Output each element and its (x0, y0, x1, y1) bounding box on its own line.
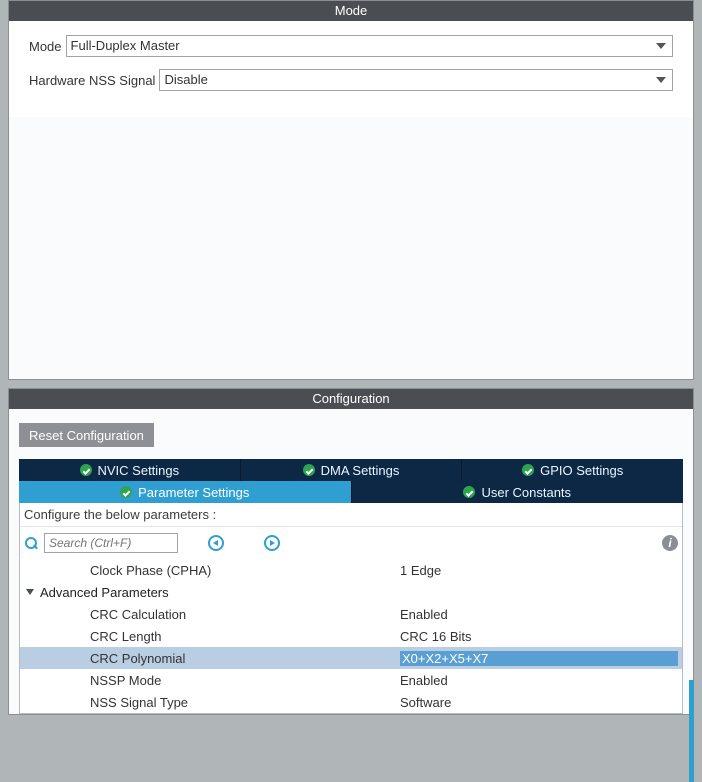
check-icon (120, 486, 132, 498)
mode-header: Mode (9, 1, 693, 21)
scrollbar-thumb[interactable] (689, 680, 694, 782)
configuration-header: Configuration (9, 389, 693, 409)
tab-label: Parameter Settings (138, 485, 249, 500)
tab-label: User Constants (481, 485, 571, 500)
tab-gpio-settings[interactable]: GPIO Settings (462, 459, 683, 481)
param-value: 1 Edge (400, 563, 682, 578)
param-name: CRC Calculation (90, 607, 400, 622)
param-name: NSS Signal Type (90, 695, 400, 710)
search-input[interactable] (44, 533, 178, 553)
tab-nvic-settings[interactable]: NVIC Settings (19, 459, 241, 481)
mode-panel: Mode Mode Full-Duplex Master Hardware NS… (8, 0, 694, 380)
param-row-clock-phase[interactable]: Clock Phase (CPHA) 1 Edge (20, 559, 682, 581)
reset-configuration-button[interactable]: Reset Configuration (19, 423, 154, 447)
mode-select[interactable]: Full-Duplex Master (66, 35, 673, 57)
check-icon (522, 464, 534, 476)
mode-content: Mode Full-Duplex Master Hardware NSS Sig… (9, 21, 693, 117)
nss-select-value: Disable (164, 72, 207, 87)
nss-select[interactable]: Disable (159, 69, 673, 91)
tab-label: GPIO Settings (540, 463, 623, 478)
search-prev-button[interactable] (208, 535, 224, 551)
parameters-instruction: Configure the below parameters : (20, 503, 682, 527)
tab-dma-settings[interactable]: DMA Settings (241, 459, 463, 481)
check-icon (303, 464, 315, 476)
param-row-crc-length[interactable]: CRC Length CRC 16 Bits (20, 625, 682, 647)
param-row-nssp-mode[interactable]: NSSP Mode Enabled (20, 669, 682, 691)
tab-user-constants[interactable]: User Constants (352, 481, 684, 503)
search-next-button[interactable] (264, 535, 280, 551)
tab-label: DMA Settings (321, 463, 400, 478)
param-group-label: Advanced Parameters (40, 585, 169, 600)
param-name: NSSP Mode (90, 673, 400, 688)
nss-label: Hardware NSS Signal (29, 73, 155, 88)
tab-container: NVIC Settings DMA Settings GPIO Settings… (19, 459, 683, 503)
param-value: Software (400, 695, 682, 710)
chevron-down-icon (26, 589, 34, 595)
tab-row-2: Parameter Settings User Constants (19, 481, 683, 503)
configuration-body: Reset Configuration NVIC Settings DMA Se… (9, 409, 693, 714)
tab-row-1: NVIC Settings DMA Settings GPIO Settings (19, 459, 683, 481)
tab-label: NVIC Settings (98, 463, 180, 478)
parameter-table: Clock Phase (CPHA) 1 Edge Advanced Param… (20, 559, 682, 713)
param-value: CRC 16 Bits (400, 629, 682, 644)
search-row: i (20, 527, 682, 559)
param-row-crc-polynomial[interactable]: CRC Polynomial X0+X2+X5+X7 (20, 647, 682, 669)
mode-field-row: Mode Full-Duplex Master (29, 35, 673, 57)
check-icon (463, 486, 475, 498)
configuration-panel: Configuration Reset Configuration NVIC S… (8, 388, 694, 715)
info-icon[interactable]: i (662, 535, 678, 551)
param-value: Enabled (400, 607, 682, 622)
param-name: CRC Length (90, 629, 400, 644)
param-value: Enabled (400, 673, 682, 688)
param-name: Clock Phase (CPHA) (90, 563, 400, 578)
param-row-nss-signal-type[interactable]: NSS Signal Type Software (20, 691, 682, 713)
param-name: CRC Polynomial (90, 651, 400, 666)
check-icon (80, 464, 92, 476)
mode-select-value: Full-Duplex Master (71, 38, 180, 53)
search-icon (24, 536, 38, 550)
parameters-area: Configure the below parameters : i Clock… (19, 503, 683, 714)
nss-field-row: Hardware NSS Signal Disable (29, 69, 673, 91)
param-group-advanced[interactable]: Advanced Parameters (20, 581, 682, 603)
param-row-crc-calculation[interactable]: CRC Calculation Enabled (20, 603, 682, 625)
param-value[interactable]: X0+X2+X5+X7 (400, 651, 678, 666)
mode-label: Mode (29, 39, 62, 54)
tab-parameter-settings[interactable]: Parameter Settings (19, 481, 352, 503)
